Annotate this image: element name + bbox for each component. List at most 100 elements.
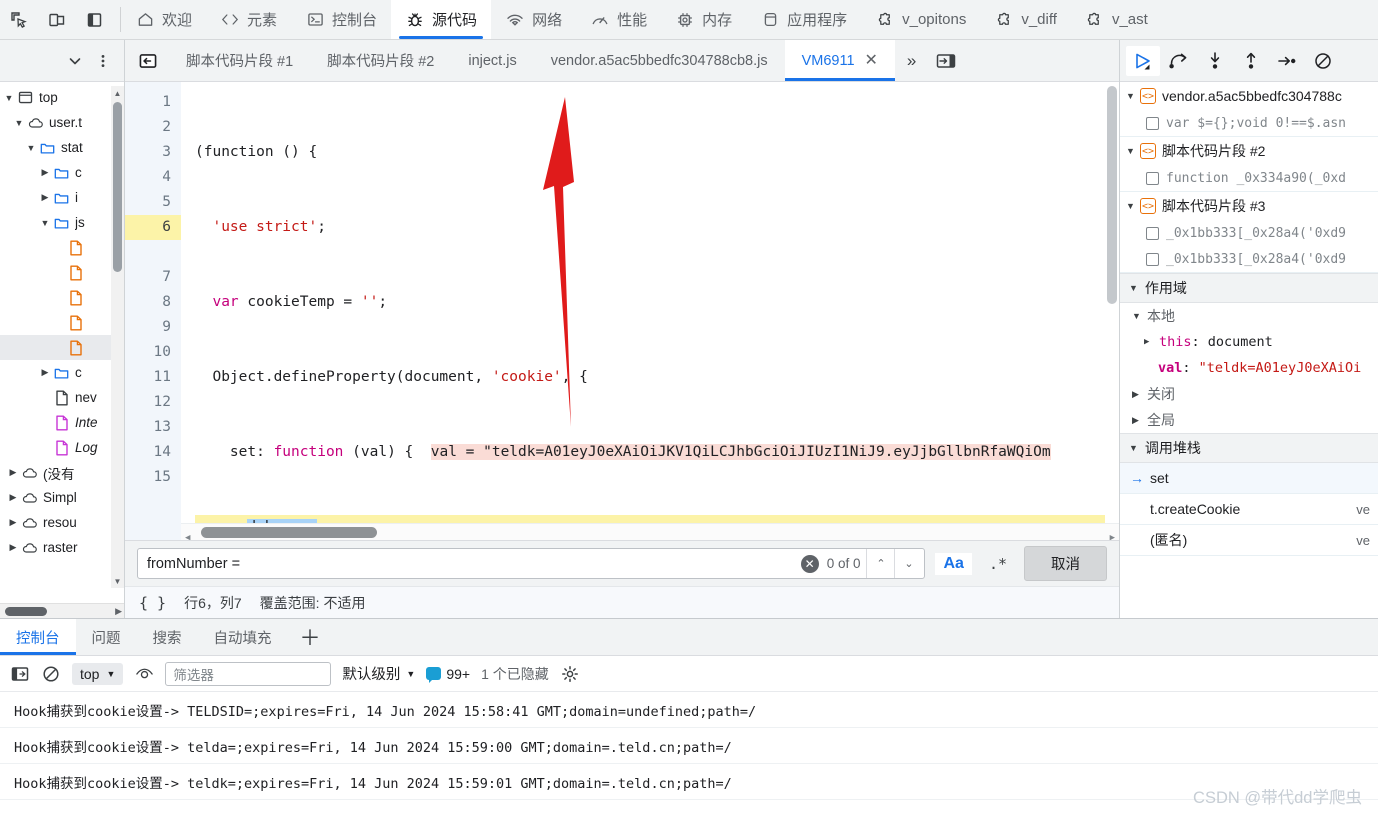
twisty-icon[interactable]: ▼ bbox=[2, 93, 16, 103]
tree-item-domain[interactable]: ▶ raster bbox=[0, 535, 124, 560]
breakpoint-checkbox[interactable] bbox=[1146, 116, 1159, 130]
callstack-frame-current[interactable]: → set bbox=[1120, 463, 1378, 494]
scroll-up-arrow-icon[interactable]: ▲ bbox=[111, 86, 124, 100]
tab-v-ast[interactable]: v_ast bbox=[1071, 0, 1162, 39]
twisty-icon[interactable]: ▼ bbox=[1129, 443, 1138, 453]
tree-item-domain[interactable]: ▶ Simpl bbox=[0, 485, 124, 510]
code-editor[interactable]: 1 2 3 4 5 6 7 8 9 10 11 12 13 14 15 (fun… bbox=[125, 82, 1119, 540]
tree-item-folder[interactable]: ▶ c bbox=[0, 160, 124, 185]
tree-item-top[interactable]: ▼ top bbox=[0, 85, 124, 110]
pretty-print-button[interactable]: { } bbox=[139, 594, 166, 612]
twisty-icon[interactable]: ▼ bbox=[12, 118, 26, 128]
search-input[interactable]: fromNumber = ✕ 0 of 0 ⌃ ⌄ bbox=[137, 548, 926, 579]
tree-item-folder[interactable]: ▶ c bbox=[0, 360, 124, 385]
callstack-section-header[interactable]: ▼ 调用堆栈 bbox=[1120, 433, 1378, 463]
add-panel-icon[interactable]: ＋ bbox=[288, 619, 333, 655]
scope-group-global[interactable]: ▶ 全局 bbox=[1120, 407, 1378, 433]
collapse-chevron-icon[interactable] bbox=[66, 52, 84, 70]
twisty-icon[interactable]: ▶ bbox=[38, 367, 52, 378]
tree-item-folder[interactable]: ▼ js bbox=[0, 210, 124, 235]
source-tab-vm6911[interactable]: VM6911 ✕ bbox=[784, 40, 896, 81]
breakpoint-checkbox[interactable] bbox=[1146, 252, 1159, 266]
scrollbar-thumb[interactable] bbox=[113, 102, 122, 272]
tree-item-domain[interactable]: ▼ user.t bbox=[0, 110, 124, 135]
tab-welcome[interactable]: 欢迎 bbox=[121, 0, 206, 39]
breakpoint-row[interactable]: _0x1bb333[_0x28a4('0xd9 bbox=[1120, 220, 1378, 246]
clear-search-icon[interactable]: ✕ bbox=[800, 554, 819, 573]
resume-script-button[interactable] bbox=[1126, 45, 1160, 76]
source-tab-inject-js[interactable]: inject.js bbox=[451, 40, 533, 81]
breakpoint-file-row[interactable]: ▼ <> vendor.a5ac5bbedfc304788c bbox=[1120, 82, 1378, 110]
tree-item-folder[interactable]: ▼ stat bbox=[0, 135, 124, 160]
breakpoint-checkbox[interactable] bbox=[1146, 171, 1159, 185]
source-tab-snippet-1[interactable]: 脚本代码片段 #1 bbox=[169, 40, 310, 81]
tab-memory[interactable]: 内存 bbox=[661, 0, 746, 39]
breakpoint-file-row[interactable]: ▼ <> 脚本代码片段 #3 bbox=[1120, 192, 1378, 220]
scrollbar-thumb[interactable] bbox=[1107, 86, 1117, 304]
breakpoint-row[interactable]: function _0x334a90(_0xd bbox=[1120, 165, 1378, 191]
tree-item-file[interactable] bbox=[0, 235, 124, 260]
twisty-icon[interactable]: ▼ bbox=[24, 143, 38, 153]
callstack-frame[interactable]: t.createCookie ve bbox=[1120, 494, 1378, 525]
source-tab-vendor-js[interactable]: vendor.a5ac5bbedfc304788cb8.js bbox=[534, 40, 785, 81]
breakpoint-checkbox[interactable] bbox=[1146, 226, 1159, 240]
breakpoint-row[interactable]: var $={};void 0!==$.asn bbox=[1120, 110, 1378, 136]
device-toolbar-icon[interactable] bbox=[46, 9, 68, 31]
scope-section-header[interactable]: ▼ 作用域 bbox=[1120, 273, 1378, 303]
console-filter-input[interactable]: 筛选器 bbox=[165, 661, 332, 686]
tab-v-opitons[interactable]: v_opitons bbox=[861, 0, 980, 39]
live-expression-icon[interactable] bbox=[134, 664, 154, 684]
scope-group-closure[interactable]: ▶ 关闭 bbox=[1120, 381, 1378, 407]
back-to-navigator-icon[interactable] bbox=[125, 40, 169, 81]
navigator-vertical-scrollbar[interactable]: ▲ ▼ bbox=[111, 86, 124, 588]
tab-console[interactable]: 控制台 bbox=[291, 0, 391, 39]
tab-application[interactable]: 应用程序 bbox=[746, 0, 861, 39]
scope-prop-this[interactable]: ▶ this: document bbox=[1120, 329, 1378, 355]
issues-badge[interactable]: 99+ bbox=[426, 666, 470, 683]
twisty-icon[interactable]: ▼ bbox=[1126, 201, 1140, 211]
execution-context-selector[interactable]: top ▼ bbox=[72, 662, 124, 685]
scroll-right-arrow-icon[interactable]: ▶ bbox=[1110, 526, 1115, 540]
tree-item-snippet[interactable]: Inte bbox=[0, 410, 124, 435]
tab-sources[interactable]: 源代码 bbox=[391, 0, 492, 39]
source-tab-snippet-2[interactable]: 脚本代码片段 #2 bbox=[310, 40, 451, 81]
scrollbar-thumb[interactable] bbox=[201, 527, 377, 538]
scope-group-local[interactable]: ▼ 本地 bbox=[1120, 303, 1378, 329]
twisty-icon[interactable]: ▶ bbox=[38, 192, 52, 203]
step-over-button[interactable] bbox=[1162, 46, 1196, 76]
more-options-icon[interactable] bbox=[94, 52, 112, 70]
scope-prop-val[interactable]: val: "teldk=A01eyJ0eXAiOi bbox=[1120, 355, 1378, 381]
twisty-icon[interactable]: ▼ bbox=[1126, 146, 1140, 156]
step-into-button[interactable] bbox=[1198, 46, 1232, 76]
search-next-button[interactable]: ⌄ bbox=[894, 549, 922, 578]
step-button[interactable] bbox=[1270, 46, 1304, 76]
twisty-icon[interactable]: ▶ bbox=[1132, 415, 1147, 426]
twisty-icon[interactable]: ▼ bbox=[38, 218, 52, 228]
tab-performance[interactable]: 性能 bbox=[576, 0, 661, 39]
editor-vertical-scrollbar[interactable] bbox=[1105, 82, 1119, 524]
tab-issues[interactable]: 问题 bbox=[76, 619, 137, 655]
scroll-right-arrow-icon[interactable]: ▶ bbox=[115, 606, 122, 617]
breakpoint-row[interactable]: _0x1bb333[_0x28a4('0xd9 bbox=[1120, 246, 1378, 272]
tab-console-drawer[interactable]: 控制台 bbox=[0, 619, 76, 655]
use-regex-button[interactable]: .* bbox=[982, 553, 1014, 575]
twisty-icon[interactable]: ▼ bbox=[1126, 91, 1140, 101]
twisty-icon[interactable]: ▶ bbox=[6, 517, 20, 528]
inspect-element-icon[interactable] bbox=[8, 9, 30, 31]
breakpoint-file-row[interactable]: ▼ <> 脚本代码片段 #2 bbox=[1120, 137, 1378, 165]
twisty-icon[interactable]: ▼ bbox=[1129, 283, 1138, 293]
deactivate-breakpoints-button[interactable] bbox=[1306, 46, 1340, 76]
navigator-horizontal-scrollbar[interactable]: ▶ bbox=[0, 603, 124, 618]
search-prev-button[interactable]: ⌃ bbox=[866, 549, 894, 578]
tree-item-file[interactable] bbox=[0, 260, 124, 285]
tree-item-domain[interactable]: ▶ resou bbox=[0, 510, 124, 535]
tab-v-diff[interactable]: v_diff bbox=[980, 0, 1071, 39]
tab-autofill[interactable]: 自动填充 bbox=[198, 619, 288, 655]
match-case-button[interactable]: Aa bbox=[935, 552, 972, 575]
log-level-selector[interactable]: 默认级别 ▼ bbox=[342, 663, 415, 684]
clear-console-icon[interactable] bbox=[41, 664, 61, 684]
twisty-icon[interactable]: ▶ bbox=[6, 492, 20, 503]
scroll-left-arrow-icon[interactable]: ◀ bbox=[185, 526, 190, 540]
cancel-search-button[interactable]: 取消 bbox=[1024, 546, 1107, 581]
twisty-icon[interactable]: ▶ bbox=[6, 467, 20, 478]
